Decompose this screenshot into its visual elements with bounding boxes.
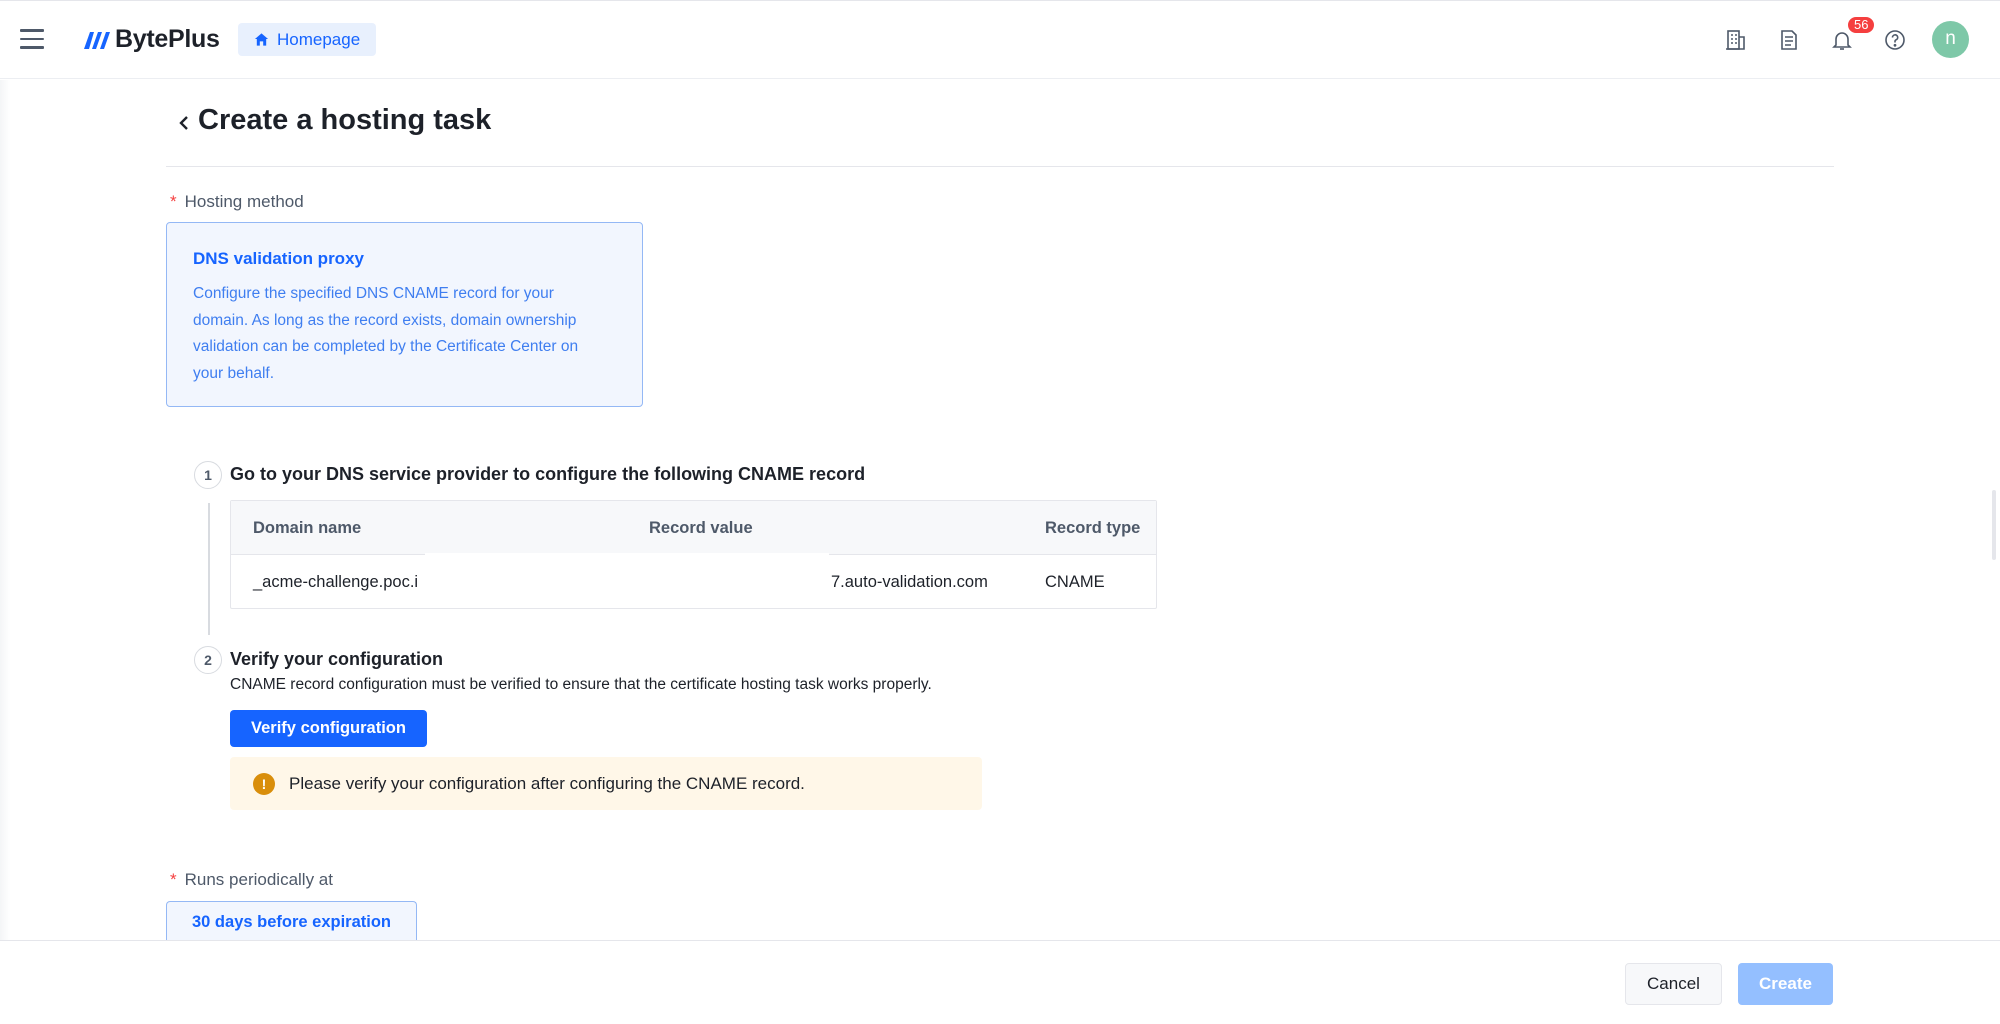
scrollbar[interactable] (1992, 490, 1996, 560)
option-desc-line: your behalf. (193, 364, 274, 382)
homepage-label: Homepage (277, 29, 361, 49)
step-1-title: Go to your DNS service provider to confi… (230, 464, 866, 484)
warning-text: Please verify your configuration after c… (289, 773, 805, 793)
enterprise-icon[interactable] (1724, 28, 1748, 52)
cancel-button[interactable]: Cancel (1625, 963, 1722, 1005)
cell-record-type: CNAME (1045, 573, 1105, 591)
runs-periodically-label: * Runs periodically at (170, 870, 333, 890)
verify-configuration-button[interactable]: Verify configuration (230, 710, 427, 747)
step-2-title: Verify your configuration (230, 649, 444, 669)
column-record-type: Record type (1045, 519, 1141, 537)
menu-icon[interactable] (20, 29, 44, 49)
notification-badge: 56 (1846, 15, 1877, 35)
step-2-number: 2 (194, 646, 222, 674)
column-domain-name: Domain name (253, 519, 362, 537)
required-mark: * (170, 870, 177, 889)
homepage-button[interactable]: Homepage (238, 23, 377, 56)
footer-bar: Cancel Create (0, 940, 2000, 1024)
step-connector-line (208, 503, 210, 635)
header-divider (166, 166, 1834, 167)
top-nav-bar: BytePlus Homepage 56 n (0, 0, 2000, 79)
runs-periodically-label-text: Runs periodically at (184, 870, 333, 889)
step-1-number: 1 (194, 461, 222, 489)
warning-alert: ! Please verify your configuration after… (230, 757, 982, 810)
create-button[interactable]: Create (1738, 963, 1833, 1005)
back-arrow-icon[interactable] (175, 110, 193, 136)
page-title: Create a hosting task (198, 104, 492, 136)
user-avatar[interactable]: n (1932, 21, 1969, 58)
byteplus-logo-icon (84, 31, 110, 49)
option-desc-line: domain. As long as the record exists, do… (193, 311, 577, 329)
document-icon[interactable] (1777, 28, 1801, 52)
option-description: Configure the specified DNS CNAME record… (193, 281, 616, 387)
help-icon[interactable] (1883, 28, 1907, 52)
cname-record-table: Domain name Record value Record type _ac… (230, 500, 1157, 609)
schedule-option-30-days[interactable]: 30 days before expiration (166, 901, 417, 943)
option-title: DNS validation proxy (193, 249, 364, 268)
redacted-region (425, 553, 829, 605)
cell-record-value[interactable]: 7.auto-validation.com (831, 573, 988, 592)
required-mark: * (170, 192, 177, 211)
brand-logo[interactable]: BytePlus (83, 25, 220, 54)
cell-domain-name[interactable]: _acme-challenge.poc.i (253, 573, 418, 592)
option-desc-line: validation can be completed by the Certi… (193, 338, 579, 355)
home-icon (254, 33, 269, 46)
brand-name: BytePlus (115, 25, 220, 53)
hosting-method-label-text: Hosting method (184, 192, 304, 211)
hosting-method-label: * Hosting method (170, 192, 304, 212)
warning-icon: ! (253, 772, 275, 795)
option-desc-line: Configure the specified DNS CNAME record… (193, 285, 554, 302)
dns-validation-proxy-option[interactable]: DNS validation proxy Configure the speci… (166, 222, 643, 407)
table-header: Domain name Record value Record type (231, 501, 1156, 555)
sidebar-edge (0, 80, 10, 940)
column-record-value: Record value (649, 519, 753, 537)
step-2-description: CNAME record configuration must be verif… (230, 676, 932, 693)
